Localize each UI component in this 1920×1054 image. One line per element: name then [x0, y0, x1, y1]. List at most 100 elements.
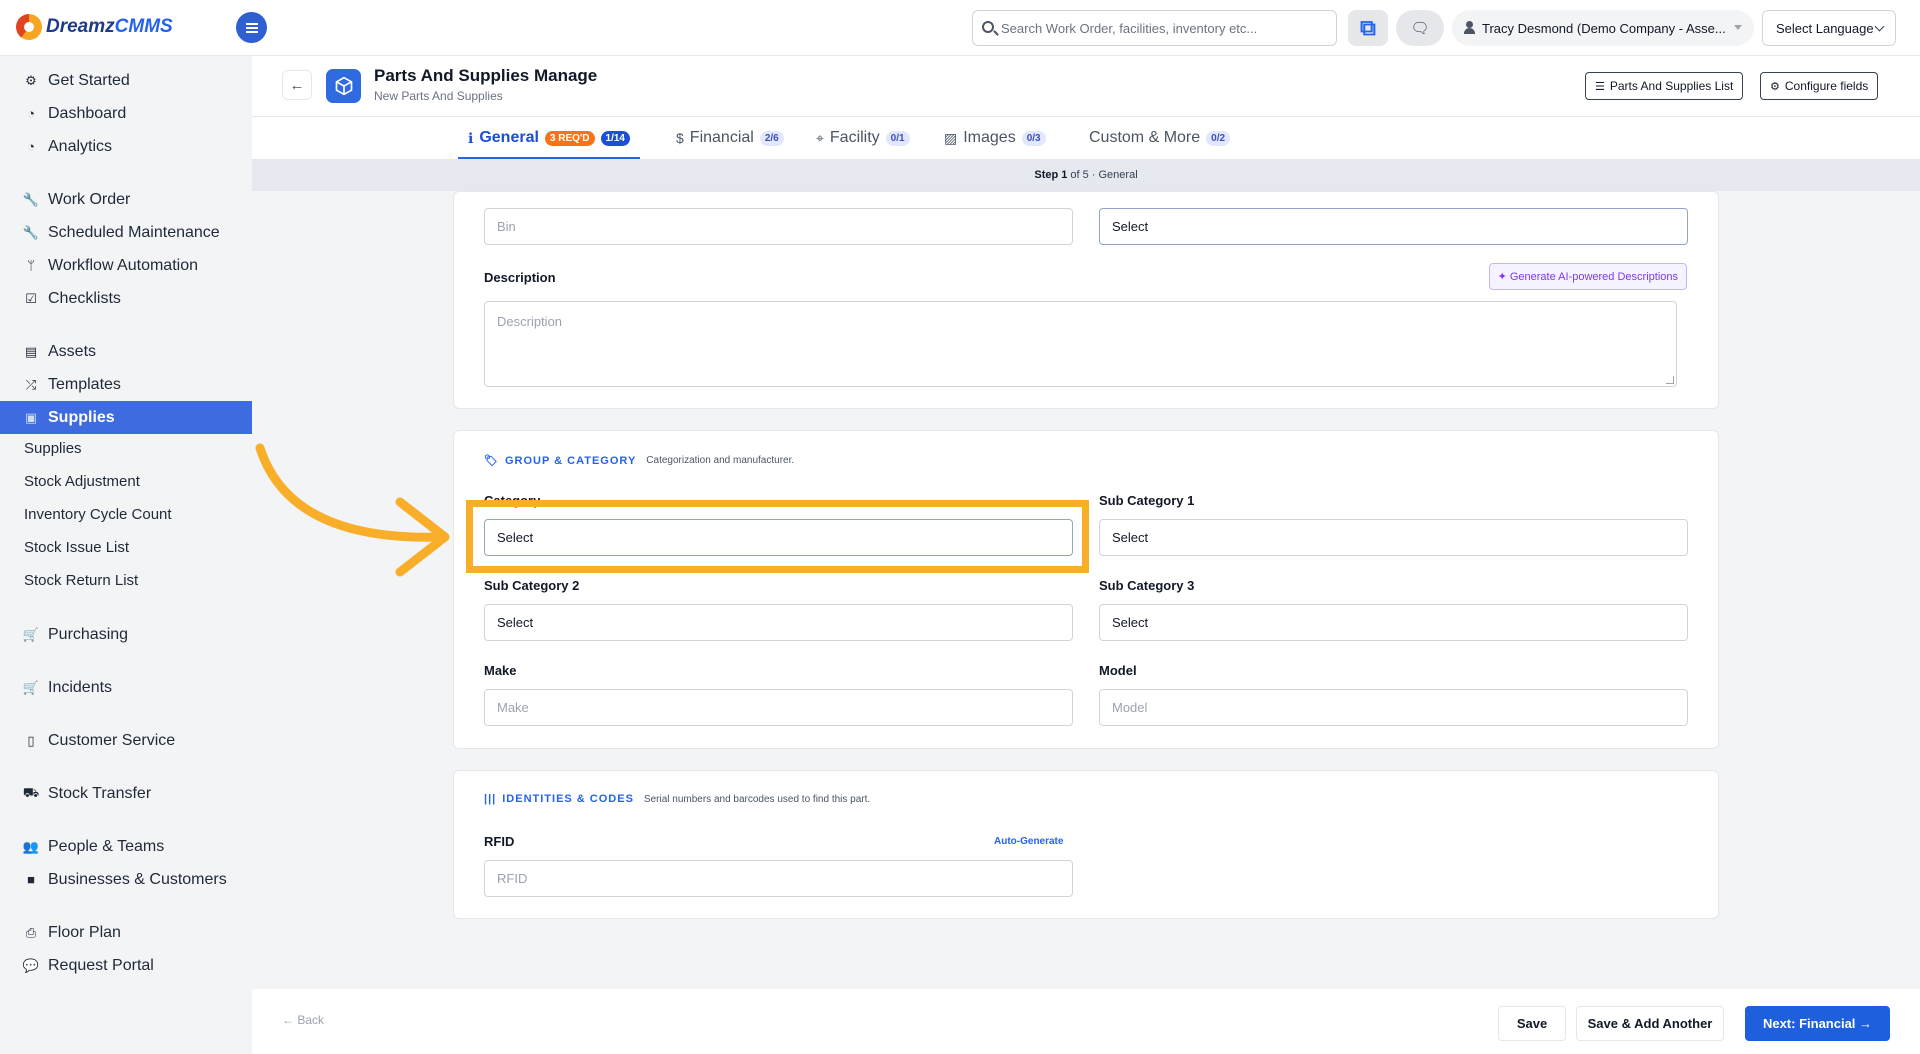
sidebar-item-dashboard[interactable]: ◔ Dashboard [0, 97, 252, 130]
sub-category-3-select[interactable]: Select [1099, 604, 1688, 641]
comment-icon: 💬 [22, 957, 40, 973]
back-link[interactable]: ← Back [282, 1013, 324, 1027]
sidebar-item-work-order[interactable]: 🔧 Work Order [0, 183, 252, 216]
sidebar-item-checklists[interactable]: ☑ Checklists [0, 282, 252, 315]
sidebar-subitem-stock-issue-list[interactable]: Stock Issue List [0, 531, 252, 564]
count-badge: 0/3 [1021, 130, 1046, 146]
save-add-another-button[interactable]: Save & Add Another [1576, 1006, 1724, 1041]
gauge-icon: ◔ [27, 139, 35, 154]
gauge-icon: ◔ [27, 106, 35, 121]
sidebar-item-supplies[interactable]: ▣ Supplies [0, 401, 252, 434]
sidebar-item-stock-transfer[interactable]: ⛟ Stock Transfer [0, 777, 252, 810]
cart-icon: 🛒 [22, 626, 40, 642]
hamburger-icon [245, 26, 258, 29]
auto-generate-link[interactable]: Auto-Generate [994, 836, 1063, 847]
identities-heading: ||| IDENTITIES & CODES Serial numbers an… [484, 793, 871, 805]
next-financial-button[interactable]: Next: Financial → [1745, 1006, 1890, 1041]
sub-category-2-select[interactable]: Select [484, 604, 1073, 641]
chat-icon[interactable]: 🗨 [1396, 10, 1444, 46]
dollar-icon: $ [676, 130, 684, 146]
tab-facility[interactable]: ⌖ Facility 0/1 [816, 117, 910, 159]
tab-general[interactable]: ℹ General 3 REQ'D 1/14 [458, 117, 640, 159]
list-icon: ☰ [1595, 80, 1605, 93]
settings-icon: ⚙ [1770, 80, 1780, 93]
logo-text: Dreamz [46, 16, 115, 37]
video-icon: ■ [27, 872, 35, 887]
status-select[interactable]: Select [1099, 208, 1688, 245]
bin-input[interactable]: Bin [484, 208, 1073, 245]
group-category-card: 🏷 GROUP & CATEGORY Categorization and ma… [453, 430, 1719, 749]
sidebar-item-templates[interactable]: ⤮ Templates [0, 368, 252, 401]
tag-icon: 🏷 [484, 455, 499, 467]
back-arrow-icon[interactable]: ← [282, 70, 312, 100]
wrench-icon: 🔧 [22, 224, 40, 240]
map-pin-icon: ⌖ [816, 129, 824, 146]
search-placeholder: Search Work Order, facilities, inventory… [1001, 20, 1258, 36]
wrench-icon: 🔧 [22, 191, 40, 207]
step-indicator: Step 1 of 5 · General [252, 159, 1920, 191]
archive-icon: ▤ [24, 343, 38, 359]
model-input[interactable]: Model [1099, 689, 1688, 726]
step-rest: of 5 · General [1070, 169, 1138, 181]
generate-ai-description-button[interactable]: ✦ Generate AI-powered Descriptions [1488, 263, 1687, 290]
highlight-box [466, 500, 1089, 573]
logo-text-cmms: CMMS [114, 16, 173, 37]
sidebar-item-analytics[interactable]: ◔ Analytics [0, 130, 252, 163]
sidebar-item-purchasing[interactable]: 🛒 Purchasing [0, 618, 252, 651]
tab-custom-more[interactable]: Custom & More 0/2 [1089, 117, 1231, 159]
group-category-heading: 🏷 GROUP & CATEGORY Categorization and ma… [484, 454, 795, 468]
cart-icon: 🛒 [22, 679, 40, 695]
sidebar-item-request-portal[interactable]: 💬 Request Portal [0, 949, 252, 982]
branch-icon: ᛘ [27, 258, 35, 273]
sidebar-item-floor-plan[interactable]: ⎙ Floor Plan [0, 916, 252, 949]
sidebar-item-businesses-customers[interactable]: ■ Businesses & Customers [0, 863, 252, 896]
search-icon [982, 21, 994, 33]
global-search-input[interactable]: Search Work Order, facilities, inventory… [972, 10, 1337, 46]
top-bar: DreamzCMMS Search Work Order, facilities… [0, 0, 1920, 56]
sidebar-item-assets[interactable]: ▤ Assets [0, 335, 252, 368]
parts-list-button[interactable]: ☰ Parts And Supplies List [1585, 72, 1744, 100]
compress-icon[interactable]: ⧉ [1348, 10, 1388, 46]
logo[interactable]: DreamzCMMS [16, 14, 173, 40]
count-badge: 0/1 [885, 130, 910, 146]
sidebar-subitem-supplies[interactable]: Supplies [0, 432, 252, 465]
sidebar-subitem-inventory-cycle-count[interactable]: Inventory Cycle Count [0, 498, 252, 531]
truck-icon: ⛟ [22, 784, 40, 800]
save-button[interactable]: Save [1498, 1006, 1566, 1041]
sidebar-subitem-stock-adjustment[interactable]: Stock Adjustment [0, 465, 252, 498]
configure-fields-button[interactable]: ⚙ Configure fields [1760, 72, 1879, 100]
caret-down-icon [1734, 25, 1742, 30]
make-label: Make [484, 663, 517, 678]
form-tabs: ℹ General 3 REQ'D 1/14 $ Financial 2/6 ⌖… [252, 117, 1920, 159]
sidebar-item-get-started[interactable]: ⚙ Get Started [0, 64, 252, 97]
sidebar-subitem-stock-return-list[interactable]: Stock Return List [0, 564, 252, 597]
info-icon: ℹ [468, 129, 474, 146]
sidebar: ⚙ Get Started ◔ Dashboard ◔ Analytics 🔧 Work… [0, 56, 252, 1054]
step-number: Step 1 [1034, 169, 1068, 181]
make-input[interactable]: Make [484, 689, 1073, 726]
menu-toggle-button[interactable] [236, 12, 267, 43]
printer-icon: ⎙ [25, 924, 37, 940]
language-select[interactable]: Select Language [1762, 10, 1896, 46]
tab-images[interactable]: ▨ Images 0/3 [944, 117, 1046, 159]
tab-financial[interactable]: $ Financial 2/6 [676, 117, 784, 159]
description-textarea[interactable]: Description [484, 301, 1677, 387]
user-icon [1464, 21, 1475, 34]
rfid-input[interactable]: RFID [484, 860, 1073, 897]
user-menu[interactable]: Tracy Desmond (Demo Company - Asse... [1452, 10, 1754, 46]
sub-category-1-select[interactable]: Select [1099, 519, 1688, 556]
page-header: ← Parts And Supplies Manage New Parts An… [252, 56, 1920, 117]
pointer-arrow-icon [255, 443, 450, 577]
language-value: Select Language [1776, 20, 1874, 36]
sub-category-3-label: Sub Category 3 [1099, 578, 1195, 593]
count-badge: 2/6 [759, 130, 784, 146]
sidebar-item-incidents[interactable]: 🛒 Incidents [0, 671, 252, 704]
rfid-label: RFID [484, 834, 515, 849]
barcode-icon: ||| [484, 793, 497, 805]
general-card: Bin Select Description ✦ Generate AI-pow… [453, 191, 1719, 409]
sidebar-item-people-teams[interactable]: 👥 People & Teams [0, 830, 252, 863]
sidebar-item-workflow-automation[interactable]: ᛘ Workflow Automation [0, 249, 252, 282]
sidebar-item-customer-service[interactable]: ▯ Customer Service [0, 724, 252, 757]
logo-icon [16, 14, 42, 40]
sidebar-item-scheduled-maintenance[interactable]: 🔧 Scheduled Maintenance [0, 216, 252, 249]
